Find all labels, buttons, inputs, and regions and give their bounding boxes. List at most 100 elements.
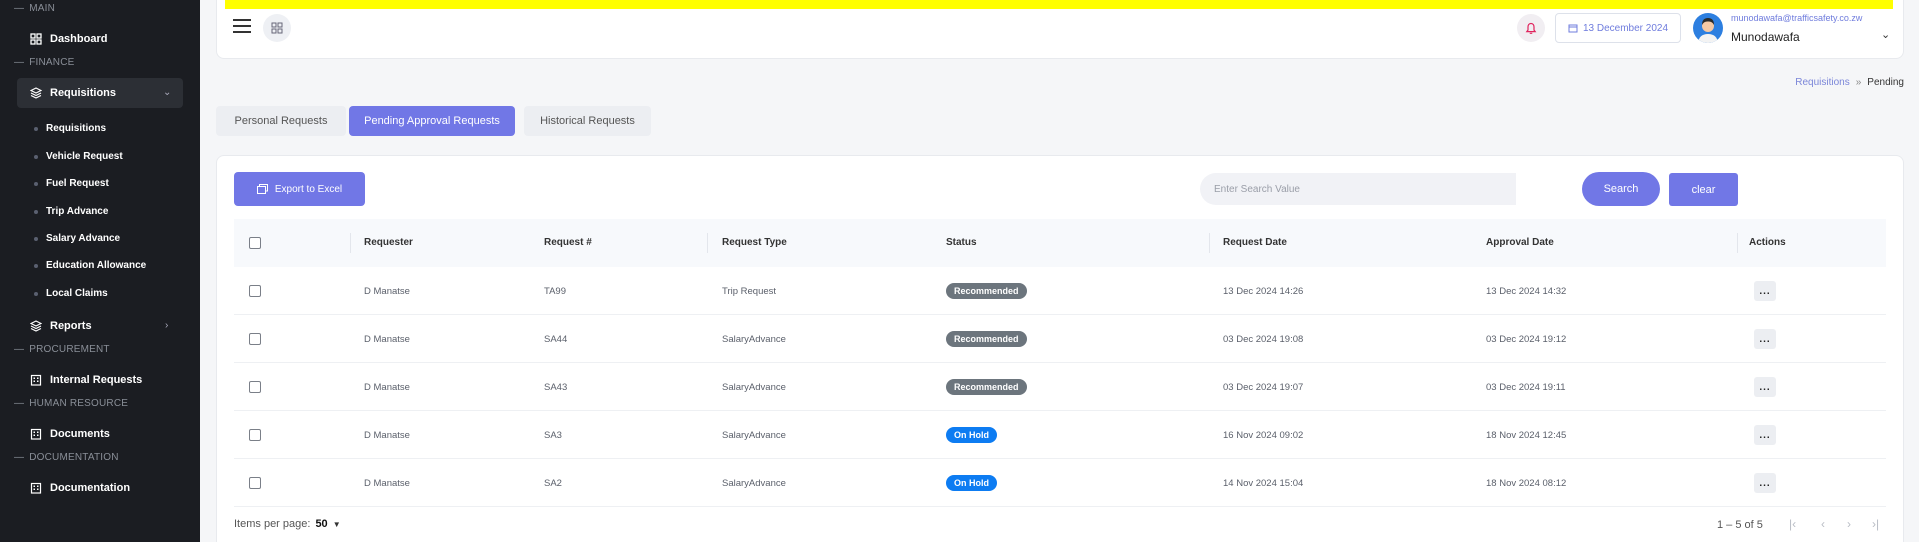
approval-date-cell: 13 Dec 2024 14:32	[1486, 286, 1567, 297]
approval-date-cell: 03 Dec 2024 19:11	[1486, 382, 1566, 393]
last-page-icon[interactable]: ›|	[1872, 517, 1879, 531]
more-actions-button[interactable]: ...	[1754, 425, 1776, 445]
sidebar-subitem-fuel-request[interactable]: Fuel Request	[34, 178, 109, 189]
user-name[interactable]: Munodawafa	[1731, 30, 1800, 44]
breadcrumb-current: Pending	[1867, 77, 1904, 88]
breadcrumb-separator: »	[1855, 77, 1862, 88]
tab-historical-requests[interactable]: Historical Requests	[524, 106, 651, 136]
dropdown-arrow-icon[interactable]: ▼	[333, 520, 341, 529]
row-checkbox[interactable]	[249, 285, 261, 297]
sidebar-item-documentation[interactable]: Documentation	[30, 482, 130, 494]
column-approval-date[interactable]: Approval Date	[1486, 237, 1554, 248]
row-checkbox[interactable]	[249, 429, 261, 441]
top-header: 13 December 2024 munodawafa@trafficsafet…	[216, 0, 1904, 59]
next-page-icon[interactable]: ›	[1847, 517, 1851, 531]
layers-icon	[30, 320, 42, 332]
status-badge: Recommended	[946, 379, 1027, 395]
apps-grid-icon[interactable]	[263, 14, 291, 42]
items-per-page: Items per page: 50 ▼	[234, 518, 341, 530]
sidebar-item-label: Dashboard	[50, 33, 108, 45]
column-request-no[interactable]: Request #	[544, 237, 592, 248]
breadcrumb-link[interactable]: Requisitions	[1795, 77, 1849, 88]
request-type-cell: SalaryAdvance	[722, 334, 786, 345]
row-checkbox[interactable]	[249, 477, 261, 489]
column-requester[interactable]: Requester	[364, 237, 413, 248]
sidebar-subitem-trip-advance[interactable]: Trip Advance	[34, 206, 108, 217]
table-row[interactable]: D Manatse TA99 Trip Request Recommended …	[234, 267, 1886, 315]
more-actions-button[interactable]: ...	[1754, 377, 1776, 397]
sidebar-item-label: Reports	[50, 320, 92, 332]
previous-page-icon[interactable]: ‹	[1821, 517, 1825, 531]
building-icon	[30, 428, 42, 440]
request-no-cell: SA44	[544, 334, 568, 345]
more-actions-button[interactable]: ...	[1754, 281, 1776, 301]
more-actions-button[interactable]: ...	[1754, 473, 1776, 493]
column-request-date[interactable]: Request Date	[1223, 237, 1287, 248]
tab-personal-requests[interactable]: Personal Requests	[216, 106, 346, 136]
first-page-icon[interactable]: |‹	[1789, 517, 1796, 531]
items-per-page-select[interactable]: 50	[315, 518, 327, 530]
request-date-cell: 16 Nov 2024 09:02	[1223, 430, 1304, 441]
date-text: 13 December 2024	[1582, 22, 1669, 34]
sidebar-item-label: Documentation	[50, 482, 131, 494]
sidebar-subitem-local-claims[interactable]: Local Claims	[34, 288, 108, 299]
section-label-human-resource: — HUMAN RESOURCE	[14, 398, 129, 409]
table-row[interactable]: D Manatse SA44 SalaryAdvance Recommended…	[234, 315, 1886, 363]
status-badge: On Hold	[946, 475, 997, 491]
date-display[interactable]: 13 December 2024	[1555, 13, 1681, 43]
section-label-main: — MAIN	[14, 3, 56, 14]
bell-icon[interactable]	[1517, 14, 1545, 42]
status-badge: Recommended	[946, 331, 1027, 347]
menu-icon[interactable]	[233, 19, 251, 33]
sidebar-subitem-salary-advance[interactable]: Salary Advance	[34, 233, 120, 244]
sidebar-item-documents[interactable]: Documents	[30, 428, 110, 440]
column-request-type[interactable]: Request Type	[722, 237, 787, 248]
table-row[interactable]: D Manatse SA43 SalaryAdvance Recommended…	[234, 363, 1886, 411]
chevron-down-icon[interactable]: ⌄	[163, 87, 171, 98]
table-row[interactable]: D Manatse SA2 SalaryAdvance On Hold 14 N…	[234, 459, 1886, 507]
row-checkbox[interactable]	[249, 333, 261, 345]
sidebar-subitem-vehicle-request[interactable]: Vehicle Request	[34, 151, 123, 162]
request-no-cell: SA43	[544, 382, 568, 393]
approval-date-cell: 03 Dec 2024 19:12	[1486, 334, 1567, 345]
avatar[interactable]	[1693, 13, 1723, 43]
chevron-right-icon[interactable]: ›	[165, 320, 168, 331]
requester-cell: D Manatse	[364, 430, 410, 441]
requester-cell: D Manatse	[364, 334, 410, 345]
file-icon	[256, 184, 268, 194]
sidebar-item-reports[interactable]: Reports	[30, 320, 92, 332]
sidebar-item-requisitions[interactable]: Requisitions	[30, 87, 116, 99]
request-type-cell: SalaryAdvance	[722, 430, 786, 441]
table-row[interactable]: D Manatse SA3 SalaryAdvance On Hold 16 N…	[234, 411, 1886, 459]
request-date-cell: 03 Dec 2024 19:07	[1223, 382, 1304, 393]
sidebar-item-dashboard[interactable]: Dashboard	[30, 33, 107, 45]
requests-card: Export to Excel Search clear Requester R…	[216, 155, 1904, 542]
more-actions-button[interactable]: ...	[1754, 329, 1776, 349]
layers-icon	[30, 87, 42, 99]
select-all-checkbox[interactable]	[249, 237, 261, 249]
search-button[interactable]: Search	[1582, 172, 1660, 206]
banner-bar	[225, 0, 1893, 9]
column-status[interactable]: Status	[946, 237, 977, 248]
chevron-down-icon[interactable]: ⌄	[1881, 28, 1890, 41]
sidebar-item-label: Documents	[50, 428, 110, 440]
export-excel-button[interactable]: Export to Excel	[234, 172, 365, 206]
section-label-procurement: — PROCUREMENT	[14, 344, 110, 355]
pagination-range: 1 – 5 of 5	[1717, 519, 1763, 531]
requester-cell: D Manatse	[364, 478, 410, 489]
dashboard-icon	[30, 33, 42, 45]
request-date-cell: 03 Dec 2024 19:08	[1223, 334, 1304, 345]
sidebar-subitem-requisitions[interactable]: Requisitions	[34, 123, 106, 134]
request-no-cell: TA99	[544, 286, 567, 297]
approval-date-cell: 18 Nov 2024 08:12	[1486, 478, 1567, 489]
table-header: Requester Request # Request Type Status …	[234, 219, 1886, 267]
row-checkbox[interactable]	[249, 381, 261, 393]
sidebar-item-internal-requests[interactable]: Internal Requests	[30, 374, 142, 386]
status-badge: Recommended	[946, 283, 1027, 299]
sidebar-subitem-education-allowance[interactable]: Education Allowance	[34, 260, 146, 271]
tab-pending-approval-requests[interactable]: Pending Approval Requests	[349, 106, 515, 136]
requester-cell: D Manatse	[364, 286, 410, 297]
column-actions: Actions	[1749, 237, 1786, 248]
clear-button[interactable]: clear	[1669, 173, 1738, 206]
search-input[interactable]	[1200, 173, 1516, 205]
